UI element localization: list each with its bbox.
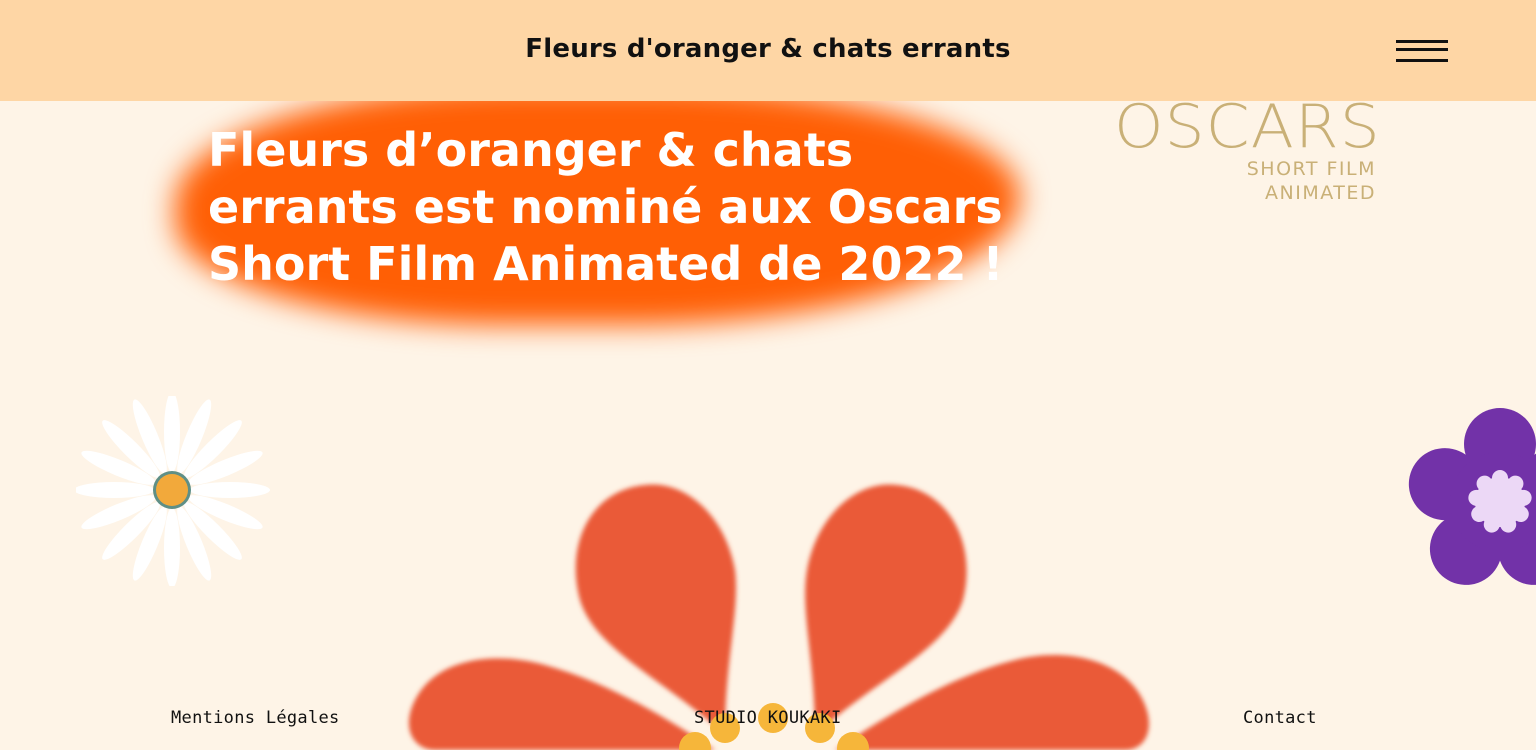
hamburger-menu-icon[interactable] xyxy=(1396,38,1448,66)
violet-flower-illustration xyxy=(1408,408,1536,585)
footer-link-contact[interactable]: Contact xyxy=(1243,708,1317,728)
footer-link-legal[interactable]: Mentions Légales xyxy=(171,708,340,728)
hero-headline: Fleurs d’oranger & chats errants est nom… xyxy=(208,123,1004,291)
oscars-logo-line2: ANIMATED xyxy=(1265,182,1376,204)
oscars-logo: OSCARS SHORT FILM ANIMATED xyxy=(1114,97,1380,204)
footer-link-studio[interactable]: STUDIO KOUKAKI xyxy=(694,708,842,728)
site-title[interactable]: Fleurs d'oranger & chats errants xyxy=(0,34,1536,64)
daisy-flower-illustration xyxy=(76,396,270,586)
site-header: Fleurs d'oranger & chats errants xyxy=(0,0,1536,101)
oscars-logo-word: OSCARS xyxy=(1114,92,1381,162)
site-footer: Mentions Légales STUDIO KOUKAKI Contact xyxy=(0,708,1536,732)
orange-flower-illustration xyxy=(408,484,1149,750)
